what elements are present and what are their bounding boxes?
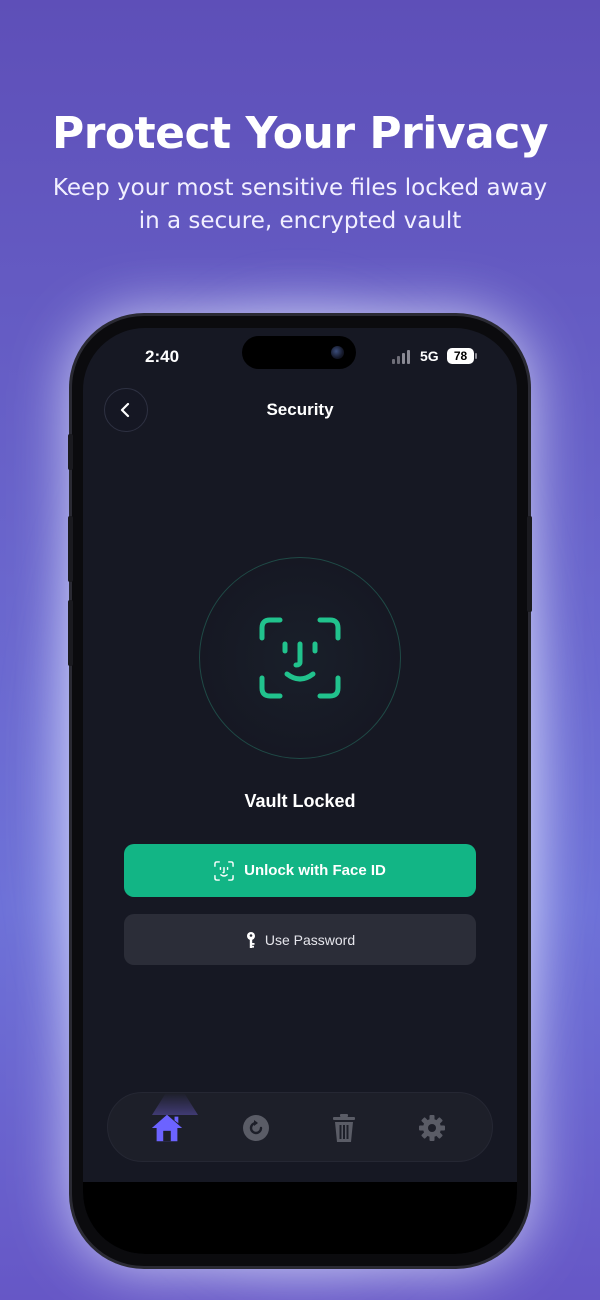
hero-title: Protect Your Privacy	[51, 108, 549, 159]
side-button-silent	[68, 434, 73, 470]
tab-home[interactable]	[150, 1111, 184, 1145]
dynamic-island	[242, 336, 356, 369]
tab-trash[interactable]	[327, 1111, 361, 1145]
battery-tip	[475, 353, 477, 359]
side-button-power	[527, 516, 532, 612]
side-button-volume-down	[68, 600, 73, 666]
gear-icon	[419, 1115, 445, 1141]
signal-icon	[392, 350, 414, 364]
battery-icon: 78	[447, 348, 474, 364]
page-title: Security	[266, 400, 334, 419]
phone-screen: 2:40 5G 78 Security Vault Locked Unlock …	[83, 328, 517, 1254]
restore-icon	[243, 1115, 269, 1141]
vault-status: Vault Locked	[244, 791, 356, 811]
camera-icon	[331, 346, 344, 359]
tab-settings[interactable]	[415, 1111, 449, 1145]
use-password-label: Use Password	[264, 931, 356, 948]
home-icon	[151, 1114, 183, 1142]
status-time: 2:40	[145, 347, 180, 366]
use-password-button[interactable]: Use Password	[124, 914, 476, 965]
unlock-face-id-label: Unlock with Face ID	[244, 862, 386, 879]
side-button-volume-up	[68, 516, 73, 582]
hero-subtitle: Keep your most sensitive files locked aw…	[52, 175, 548, 234]
screen-bottom-area	[83, 1182, 517, 1254]
tab-restore[interactable]	[239, 1111, 273, 1145]
unlock-face-id-button[interactable]: Unlock with Face ID	[124, 844, 476, 897]
network-label: 5G	[420, 348, 439, 364]
face-id-icon	[259, 617, 341, 699]
tab-bar	[107, 1092, 493, 1162]
key-icon	[246, 931, 255, 948]
face-id-small-icon	[214, 860, 234, 881]
trash-icon	[333, 1114, 355, 1142]
